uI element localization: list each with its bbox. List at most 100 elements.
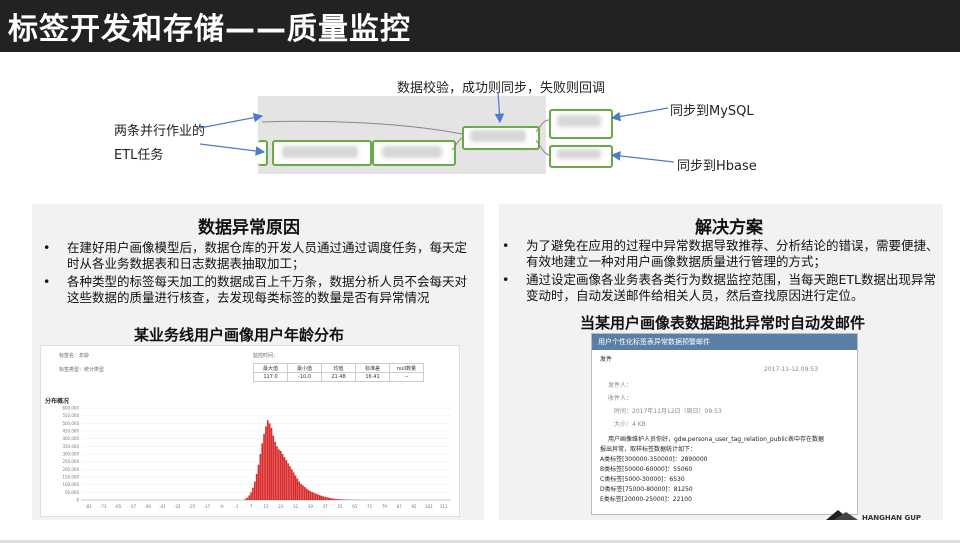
arrow-left-upper [199, 112, 264, 129]
y-tick-label: 150,000 [62, 475, 79, 480]
histogram-bar [285, 460, 288, 500]
right-bullet-1-text: 为了避免在应用的过程中异常数据导致推荐、分析结论的错误，需要便捷、有效地建立一种… [526, 238, 939, 269]
histogram-bar [248, 495, 251, 500]
y-tick-label: 300,000 [62, 452, 79, 457]
x-tick-label: -49 [144, 504, 151, 509]
mail-time: 时间：2017年11月12日（周日）09:53 [614, 408, 722, 415]
y-tick-label: 500,000 [62, 421, 79, 426]
histogram-bar [255, 473, 258, 500]
connector-4 [535, 139, 550, 156]
histogram-bar [289, 466, 291, 500]
connector-3 [535, 119, 550, 133]
stats-value: 16.41 [355, 372, 390, 382]
histogram-bar [322, 496, 325, 500]
arrow-left-lower [199, 143, 266, 156]
mail-to-label: 收件人： [608, 395, 633, 402]
connector-2 [451, 137, 463, 151]
histogram-bar [250, 492, 252, 500]
x-tick-label: -73 [100, 504, 107, 509]
x-tick-label: 55 [337, 504, 343, 509]
x-tick-label: -9 [220, 504, 224, 509]
histogram-bar [337, 499, 339, 500]
arrow-mysql [610, 107, 669, 122]
histogram-bar [253, 481, 256, 500]
y-tick-label: 350,000 [62, 444, 79, 449]
y-tick-label: 0 [76, 498, 79, 503]
left-bullet-2-text: 各种类型的标签每天加工的数据成百上千万条，数据分析人员不会每天对这些数据的质量进… [67, 274, 468, 305]
histogram-bar [339, 499, 341, 500]
histogram-bar [326, 497, 328, 500]
right-bullet-2-text: 通过设定画像各业务表各类行为数据监控范围，当每天跑ETL数据出现异常变动时，自动… [526, 272, 936, 303]
histogram-bar [263, 434, 265, 500]
histogram-bar [313, 492, 315, 500]
chart-title: 某业务线用户画像用户年龄分布 [134, 326, 345, 344]
histogram-bar [329, 498, 332, 500]
x-tick-label: 47 [323, 504, 329, 509]
mail-date: 2017-11-12 09:53 [764, 366, 819, 373]
histogram-bar [276, 446, 278, 500]
histogram-bar [281, 454, 284, 500]
x-tick-label: -33 [174, 504, 181, 509]
x-tick-label: -57 [130, 504, 137, 509]
connector-1 [261, 120, 463, 135]
chart-top-label-3: 监控时间： [253, 353, 279, 359]
y-tick-label: 600,000 [62, 406, 79, 411]
histogram-bar [261, 443, 264, 500]
left-bullet-2: • 各种类型的标签每天加工的数据成百上千万条，数据分析人员不会每天对这些数据的质… [43, 274, 468, 305]
mail-greeting: 用户画像维护人员你好，gdw.persona_user_tag_relation… [608, 436, 824, 443]
histogram-bar [315, 493, 317, 500]
histogram-bar [316, 494, 319, 500]
arrow-top [494, 91, 505, 124]
mail-row: D类标签[75000-80000]：81250 [600, 486, 693, 493]
histogram-bar [257, 464, 260, 500]
histogram-bar [294, 475, 297, 500]
x-tick-label: 7 [250, 504, 253, 509]
y-tick-label: 400,000 [62, 436, 79, 441]
company-logo-text: HANGHAN GUP [862, 514, 922, 522]
age-distribution-chart: 标签名：年龄 标签类型：统计类型 监控时间： 最大值 最小值 均值 标准差 nu… [40, 345, 460, 517]
y-tick-label: 200,000 [62, 467, 79, 472]
histogram-bar [318, 495, 321, 500]
chart-top-label-1: 标签名：年龄 [59, 353, 90, 359]
histogram-bar [333, 498, 336, 500]
histogram-bar [327, 497, 330, 500]
stats-header: 最大值 [253, 363, 288, 373]
x-tick-label: 15 [263, 504, 269, 509]
histogram-bar [342, 499, 345, 500]
histogram-bar [298, 481, 301, 500]
x-tick-label: 23 [278, 504, 284, 509]
histogram-bar [287, 463, 289, 500]
histogram-bar [270, 427, 273, 500]
histogram-bar [272, 435, 275, 500]
mail-header-text: 用户个性化标签表异常数据预警邮件 [598, 338, 710, 346]
histogram-bar [305, 488, 308, 500]
x-tick-label: 63 [352, 504, 358, 509]
histogram-bar [302, 485, 304, 500]
left-bullet-1: • 在建好用户画像模型后，数据仓库的开发人员通过通过调度任务，每天定时从各业务数… [43, 240, 468, 271]
x-tick-label: -17 [204, 504, 211, 509]
histogram-bar [274, 441, 276, 500]
histogram-bar [311, 492, 313, 500]
x-tick-label: 31 [293, 504, 299, 509]
mail-row: A类标签[300000-350000]：2890000 [600, 456, 708, 463]
histogram-bar [324, 496, 326, 500]
histogram-bar [252, 487, 254, 500]
mail-line2: 报出异常，取样标签数据统计如下： [600, 446, 697, 453]
stats-value: -- [389, 372, 424, 382]
y-tick-label: 50,000 [65, 490, 79, 495]
stats-value: 117.0 [253, 372, 288, 382]
stats-header: 最小值 [287, 363, 322, 373]
y-tick-label: 450,000 [62, 429, 79, 434]
x-tick-label: -1 [234, 504, 238, 509]
x-tick-label: 95 [411, 504, 417, 509]
right-bullet-2: • 通过设定画像各业务表各类行为数据监控范围，当每天跑ETL数据出现异常变动时，… [502, 272, 936, 303]
stats-header: null数量 [389, 363, 424, 373]
histogram-bar [265, 426, 267, 500]
histogram-bar [279, 450, 282, 500]
stats-header-row: 最大值 最小值 均值 标准差 null数量 [253, 363, 424, 373]
histogram-bar [309, 491, 312, 500]
histogram-bar [307, 490, 310, 500]
histogram-bar [300, 483, 302, 500]
histogram-bar [320, 495, 323, 500]
x-tick-label: 79 [382, 504, 388, 509]
